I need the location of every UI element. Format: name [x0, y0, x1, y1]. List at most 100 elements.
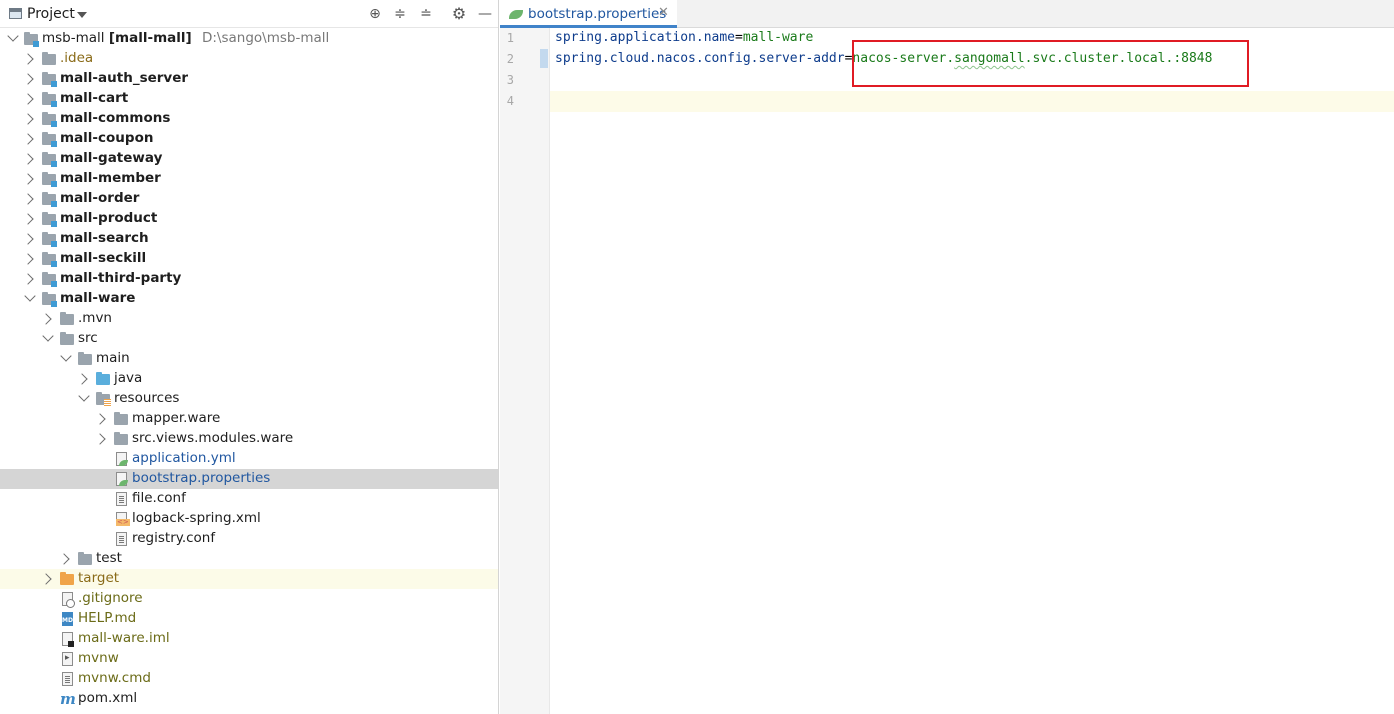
chevron-right-icon[interactable]	[22, 73, 34, 85]
spring-properties-icon	[509, 8, 523, 20]
text-file-icon	[116, 532, 127, 546]
tree-item-file[interactable]: .gitignore	[0, 589, 498, 609]
tree-item-views[interactable]: src.views.modules.ware	[0, 429, 498, 449]
tree-item-file[interactable]: mvnw	[0, 649, 498, 669]
tree-item-label: test	[96, 550, 122, 566]
chevron-right-icon[interactable]	[40, 573, 52, 585]
tree-item-label: main	[96, 350, 130, 366]
collapse-all-icon[interactable]: ≐	[417, 5, 435, 23]
tree-item-mapper[interactable]: mapper.ware	[0, 409, 498, 429]
folder-icon	[42, 52, 56, 65]
tree-item-file[interactable]: HELP.md	[0, 609, 498, 629]
line-number-gutter: 1 2 3 4	[500, 28, 550, 714]
chevron-right-icon[interactable]	[22, 213, 34, 225]
tree-item-label: HELP.md	[78, 610, 137, 626]
tab-bootstrap-properties[interactable]: bootstrap.properties ✕	[500, 0, 677, 28]
tree-item-label: resources	[114, 390, 180, 406]
tree-item-label: mall-member	[60, 170, 161, 186]
chevron-down-icon[interactable]	[24, 290, 36, 302]
tree-item-file[interactable]: file.conf	[0, 489, 498, 509]
property-value: .svc.cluster.local.:8848	[1024, 51, 1213, 66]
tree-item-module[interactable]: mall-third-party	[0, 269, 498, 289]
chevron-right-icon[interactable]	[22, 233, 34, 245]
gear-icon[interactable]: ⚙	[450, 5, 468, 23]
chevron-right-icon[interactable]	[40, 313, 52, 325]
tree-item-label: .mvn	[78, 310, 112, 326]
tree-item-module[interactable]: mall-gateway	[0, 149, 498, 169]
tree-item-module[interactable]: mall-commons	[0, 109, 498, 129]
code-line-current	[550, 91, 1394, 112]
tree-item-label: .gitignore	[78, 590, 143, 606]
tree-item-label: mall-ware.iml	[78, 630, 170, 646]
project-tool-window: Project ⊕ ≑ ≐ ⚙ — msb-mall [mall-mall] D…	[0, 0, 499, 714]
tree-item-file[interactable]: registry.conf	[0, 529, 498, 549]
chevron-right-icon[interactable]	[22, 173, 34, 185]
tree-item-file[interactable]: mvnw.cmd	[0, 669, 498, 689]
tree-item-module[interactable]: mall-order	[0, 189, 498, 209]
tree-item-root[interactable]: msb-mall [mall-mall] D:\sango\msb-mall	[0, 29, 498, 49]
markdown-file-icon	[62, 612, 73, 626]
tree-item-label: target	[78, 570, 120, 586]
code-line: spring.application.name=mall-ware	[550, 30, 1394, 51]
chevron-down-icon[interactable]	[78, 390, 90, 402]
tree-item-file[interactable]: logback-spring.xml	[0, 509, 498, 529]
tree-item-module[interactable]: mall-search	[0, 229, 498, 249]
code-editor[interactable]: spring.application.name=mall-ware spring…	[550, 28, 1394, 714]
module-folder-icon	[42, 252, 57, 267]
chevron-right-icon[interactable]	[22, 113, 34, 125]
chevron-right-icon[interactable]	[94, 433, 106, 445]
folder-icon	[78, 552, 92, 565]
module-folder-icon	[42, 272, 57, 287]
chevron-right-icon[interactable]	[76, 373, 88, 385]
tree-item-mvn[interactable]: .mvn	[0, 309, 498, 329]
project-header: Project ⊕ ≑ ≐ ⚙ —	[0, 0, 498, 28]
tree-item-target[interactable]: target	[0, 569, 498, 589]
tree-item-label: mall-seckill	[60, 250, 147, 266]
tree-item-module[interactable]: mall-coupon	[0, 129, 498, 149]
module-folder-icon	[42, 92, 57, 107]
chevron-right-icon[interactable]	[22, 53, 34, 65]
property-equals: =	[735, 30, 743, 45]
chevron-right-icon[interactable]	[94, 413, 106, 425]
tree-item-file[interactable]: mall-ware.iml	[0, 629, 498, 649]
expand-all-icon[interactable]: ≑	[391, 5, 409, 23]
minimize-icon[interactable]: —	[476, 5, 494, 23]
tree-item-module[interactable]: mall-auth_server	[0, 69, 498, 89]
chevron-down-icon[interactable]	[60, 350, 72, 362]
tree-item-label: java	[114, 370, 143, 386]
chevron-right-icon[interactable]	[22, 253, 34, 265]
chevron-right-icon[interactable]	[22, 273, 34, 285]
tree-item-module[interactable]: mall-cart	[0, 89, 498, 109]
tree-item-label: logback-spring.xml	[132, 510, 261, 526]
chevron-right-icon[interactable]	[22, 93, 34, 105]
tree-item-file[interactable]: m pom.xml	[0, 689, 498, 709]
tree-item-file-selected[interactable]: bootstrap.properties	[0, 469, 498, 489]
tree-item-src[interactable]: src	[0, 329, 498, 349]
tree-item-file[interactable]: application.yml	[0, 449, 498, 469]
tree-item-main[interactable]: main	[0, 349, 498, 369]
chevron-right-icon[interactable]	[58, 553, 70, 565]
chevron-right-icon[interactable]	[22, 133, 34, 145]
tree-item-java[interactable]: java	[0, 369, 498, 389]
tree-item-test[interactable]: test	[0, 549, 498, 569]
tree-item-module-expanded[interactable]: mall-ware	[0, 289, 498, 309]
chevron-down-icon[interactable]	[77, 12, 87, 18]
close-icon[interactable]: ✕	[658, 5, 669, 20]
chevron-down-icon[interactable]	[7, 30, 19, 42]
chevron-right-icon[interactable]	[22, 153, 34, 165]
tree-item-resources[interactable]: resources	[0, 389, 498, 409]
project-view-selector[interactable]: Project	[27, 6, 75, 22]
project-window-icon	[9, 8, 22, 19]
line-number: 3	[506, 73, 514, 87]
chevron-down-icon[interactable]	[42, 330, 54, 342]
locate-icon[interactable]: ⊕	[366, 5, 384, 23]
tree-item-module[interactable]: mall-member	[0, 169, 498, 189]
tree-item-module[interactable]: mall-product	[0, 209, 498, 229]
tree-item-idea[interactable]: .idea	[0, 49, 498, 69]
tree-item-label: mall-cart	[60, 90, 129, 106]
cmd-file-icon	[62, 672, 73, 686]
chevron-right-icon[interactable]	[22, 193, 34, 205]
tree-item-module[interactable]: mall-seckill	[0, 249, 498, 269]
vcs-change-marker[interactable]	[540, 49, 548, 68]
